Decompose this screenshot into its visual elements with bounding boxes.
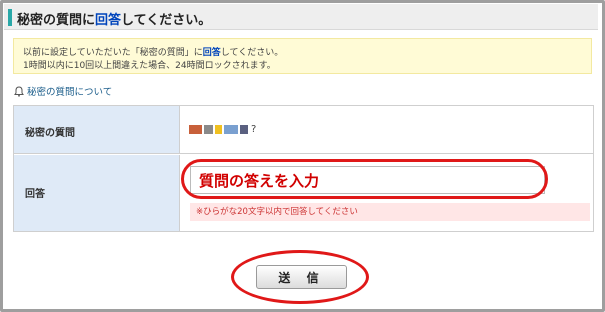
- question-row: 秘密の質問 ?: [14, 106, 593, 154]
- question-obscured-block: [215, 124, 222, 134]
- question-obscured-block: [224, 124, 238, 134]
- question-obscured-block: [204, 124, 213, 134]
- answer-hint: ※ひらがな20文字以内で回答してください: [190, 203, 590, 221]
- title-text-before: 秘密の質問に: [17, 13, 96, 28]
- answer-label-cell: 回答: [14, 155, 180, 231]
- answer-label: 回答: [25, 189, 45, 200]
- notice-line-1-after: してください。: [220, 48, 284, 58]
- question-label-cell: 秘密の質問: [14, 106, 180, 153]
- notice-line-1-before: 以前に設定していただいた「秘密の質問」に: [23, 48, 203, 58]
- question-mark: ?: [251, 123, 257, 135]
- notice-line-2: 1時間以内に10回以上間違えた場合、24時間ロックされます。: [23, 61, 276, 71]
- answer-row: 回答 ※ひらがな20文字以内で回答してください: [14, 155, 593, 231]
- page-header: 秘密の質問に回答してください。: [4, 4, 598, 30]
- notice-line-1: 以前に設定していただいた「秘密の質問」に回答してください。: [23, 45, 283, 58]
- bell-icon: [14, 85, 24, 97]
- about-secret-question-link[interactable]: 秘密の質問について: [14, 84, 112, 98]
- question-value-cell: ?: [181, 106, 593, 153]
- secret-question-form: 秘密の質問 ? 回答 ※ひらがな20文字以内で回答してください: [13, 105, 594, 232]
- question-obscured-block: [189, 124, 202, 134]
- notice-box: 以前に設定していただいた「秘密の質問」に回答してください。 1時間以内に10回以…: [13, 38, 592, 74]
- question-text: ?: [189, 122, 256, 136]
- answer-input[interactable]: [190, 166, 545, 194]
- question-label: 秘密の質問: [25, 128, 75, 139]
- notice-line-1-highlight: 回答: [202, 48, 221, 58]
- title-text-highlight: 回答: [95, 13, 122, 28]
- title-text-after: してください。: [121, 13, 212, 28]
- submit-button[interactable]: 送 信: [256, 265, 347, 289]
- header-accent-bar: [8, 9, 12, 26]
- about-link-label: 秘密の質問について: [27, 87, 113, 98]
- question-obscured-block: [240, 124, 248, 134]
- answer-value-cell: ※ひらがな20文字以内で回答してください: [181, 155, 593, 231]
- page-title: 秘密の質問に回答してください。: [17, 9, 211, 28]
